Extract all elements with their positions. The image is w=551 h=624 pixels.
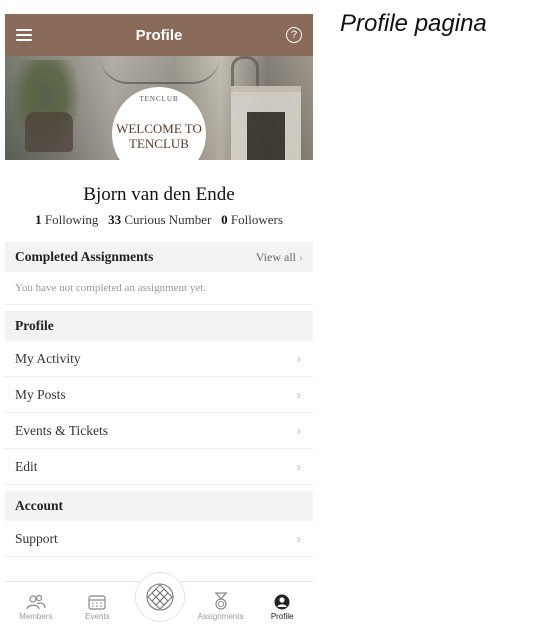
members-icon [26, 594, 46, 610]
calendar-icon [88, 595, 106, 610]
chevron-right-icon: › [299, 249, 303, 264]
followers-count: 0 [221, 212, 228, 227]
nav-members[interactable]: Members [11, 594, 61, 624]
menu-item-edit[interactable]: Edit › [5, 449, 313, 485]
menu-item-my-posts[interactable]: My Posts › [5, 377, 313, 413]
chevron-right-icon: › [296, 423, 301, 438]
chevron-right-icon: › [296, 459, 301, 474]
followers-label[interactable]: Followers [231, 212, 283, 227]
nav-events[interactable]: Events [72, 594, 122, 624]
bottom-navigation: Members Events Assignments Profile [5, 572, 313, 624]
menu-item-events-tickets[interactable]: Events & Tickets › [5, 413, 313, 449]
avatar-brand-text: TENCLUB [139, 95, 179, 103]
help-icon[interactable]: ? [286, 27, 302, 43]
nav-assignments[interactable]: Assignments [196, 592, 246, 624]
following-count: 1 [35, 212, 42, 227]
chevron-right-icon: › [296, 351, 301, 366]
chair-decoration [25, 112, 73, 152]
profile-stats: 1 Following 33 Curious Number 0 Follower… [5, 212, 313, 228]
assignments-title: Completed Assignments [15, 249, 154, 264]
chevron-right-icon: › [296, 387, 301, 402]
curious-count: 33 [108, 212, 122, 227]
avatar[interactable]: TENCLUB WELCOME TO TENCLUB [112, 87, 206, 181]
assignments-empty-message: You have not completed an assignment yet… [5, 272, 313, 305]
nav-profile[interactable]: Profile [257, 594, 307, 624]
profile-icon [274, 594, 290, 610]
assignments-header: Completed Assignments View all › [5, 242, 313, 272]
menu-item-my-activity[interactable]: My Activity › [5, 341, 313, 377]
following-label[interactable]: Following [45, 212, 98, 227]
chevron-right-icon: › [296, 531, 301, 546]
view-all-link[interactable]: View all › [256, 250, 303, 265]
medal-icon [214, 592, 227, 610]
profile-name: Bjorn van den Ende [83, 184, 235, 205]
nav-home-logo[interactable] [135, 572, 185, 622]
page-title: Profile [135, 26, 183, 44]
profile-section-title: Profile [15, 318, 54, 333]
tenclub-logo-icon [146, 583, 174, 611]
top-bar: Profile ? [5, 14, 313, 56]
avatar-welcome-text: WELCOME TO TENCLUB [116, 121, 202, 151]
page-caption: Profile pagina [340, 10, 487, 37]
hamburger-menu-icon[interactable] [16, 29, 32, 41]
account-section-header: Account [5, 491, 313, 521]
phone-screen: Profile ? TENCLUB WELCOME TO TENCLUB Bjo… [5, 14, 313, 624]
fireplace-decoration [231, 86, 301, 160]
curious-label: Curious Number [124, 212, 212, 227]
account-section-title: Account [15, 498, 63, 513]
profile-section-header: Profile [5, 311, 313, 341]
menu-item-support[interactable]: Support › [5, 521, 313, 557]
chandelier-decoration [100, 56, 220, 84]
